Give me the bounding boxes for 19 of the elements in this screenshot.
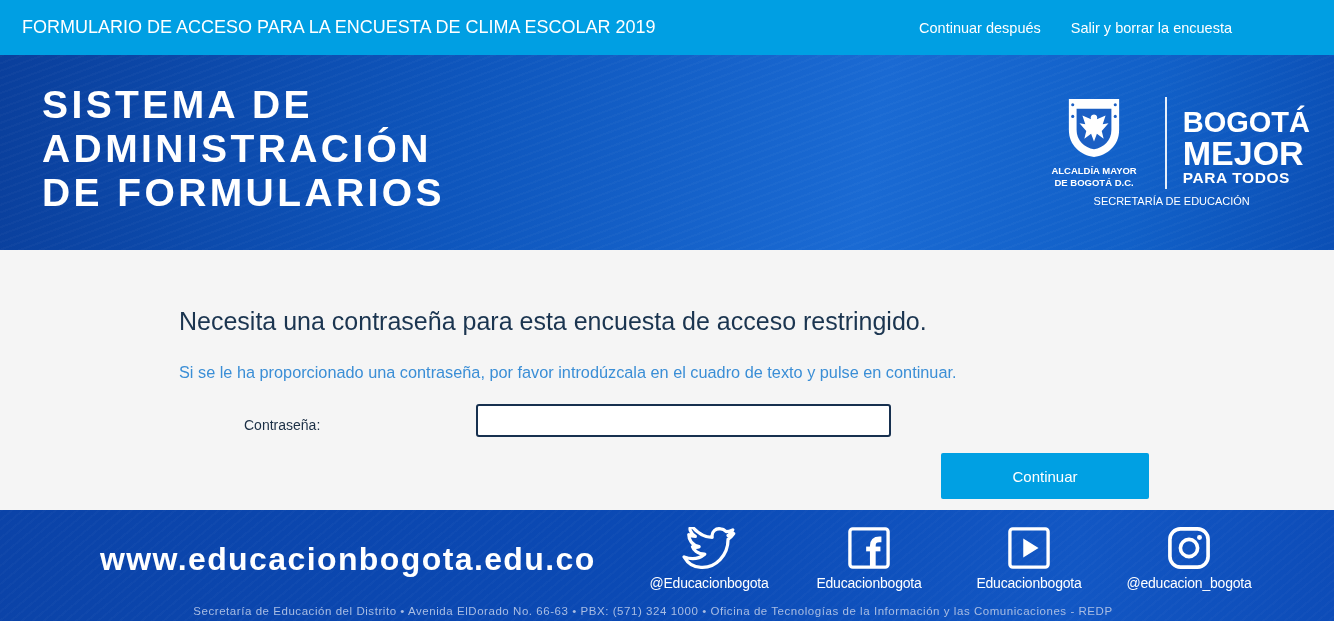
social-handle-link[interactable]: @Educacionbogota [649, 575, 769, 591]
department-name: SECRETARÍA DE EDUCACIÓN [1093, 195, 1250, 207]
instructions-text: Si se le ha proporcionado una contraseña, por favor introdúzcala en el cuadro de texto y pulse en continuar. [179, 362, 958, 382]
social-handle-link[interactable]: Educacionbogota [816, 575, 922, 591]
password-label: Contraseña: [244, 415, 322, 433]
system-title: SISTEMA DE ADMINISTRACIÓN DE FORMULARIOS [42, 83, 445, 215]
bird-icon[interactable] [680, 527, 738, 569]
website-address: www.educacionbogota.edu.co [100, 540, 597, 578]
survey-title: FORMULARIO DE ACCESO PARA LA ENCUESTA DE CLIMA ESCOLAR 2019 [22, 17, 657, 38]
password-heading: Necesita una contraseña para esta encuesta de acceso restringido. [179, 306, 928, 336]
password-field[interactable] [476, 404, 891, 437]
f-square-icon[interactable] [848, 527, 890, 569]
city-slogan: BOGOTÁ MEJOR PARA TODOS [1182, 104, 1310, 187]
play-square-icon[interactable] [1008, 527, 1050, 569]
footer-address: Secretaría de Educación del Distrito • Avenida ElDorado No. 66-63 • PBX: (571) 324 1000 • Oficina de Tecnologías de la Información y las Comunicaciones - REDP [192, 605, 1114, 617]
mayor-office-caption: ALCALDÍA MAYOR DE BOGOTÁ D.C. [1051, 165, 1137, 189]
camera-icon[interactable] [1168, 527, 1210, 569]
social-handle-link[interactable]: @educacion_bogota [1126, 575, 1252, 591]
social-handle-link[interactable]: Educacionbogota [976, 575, 1082, 591]
